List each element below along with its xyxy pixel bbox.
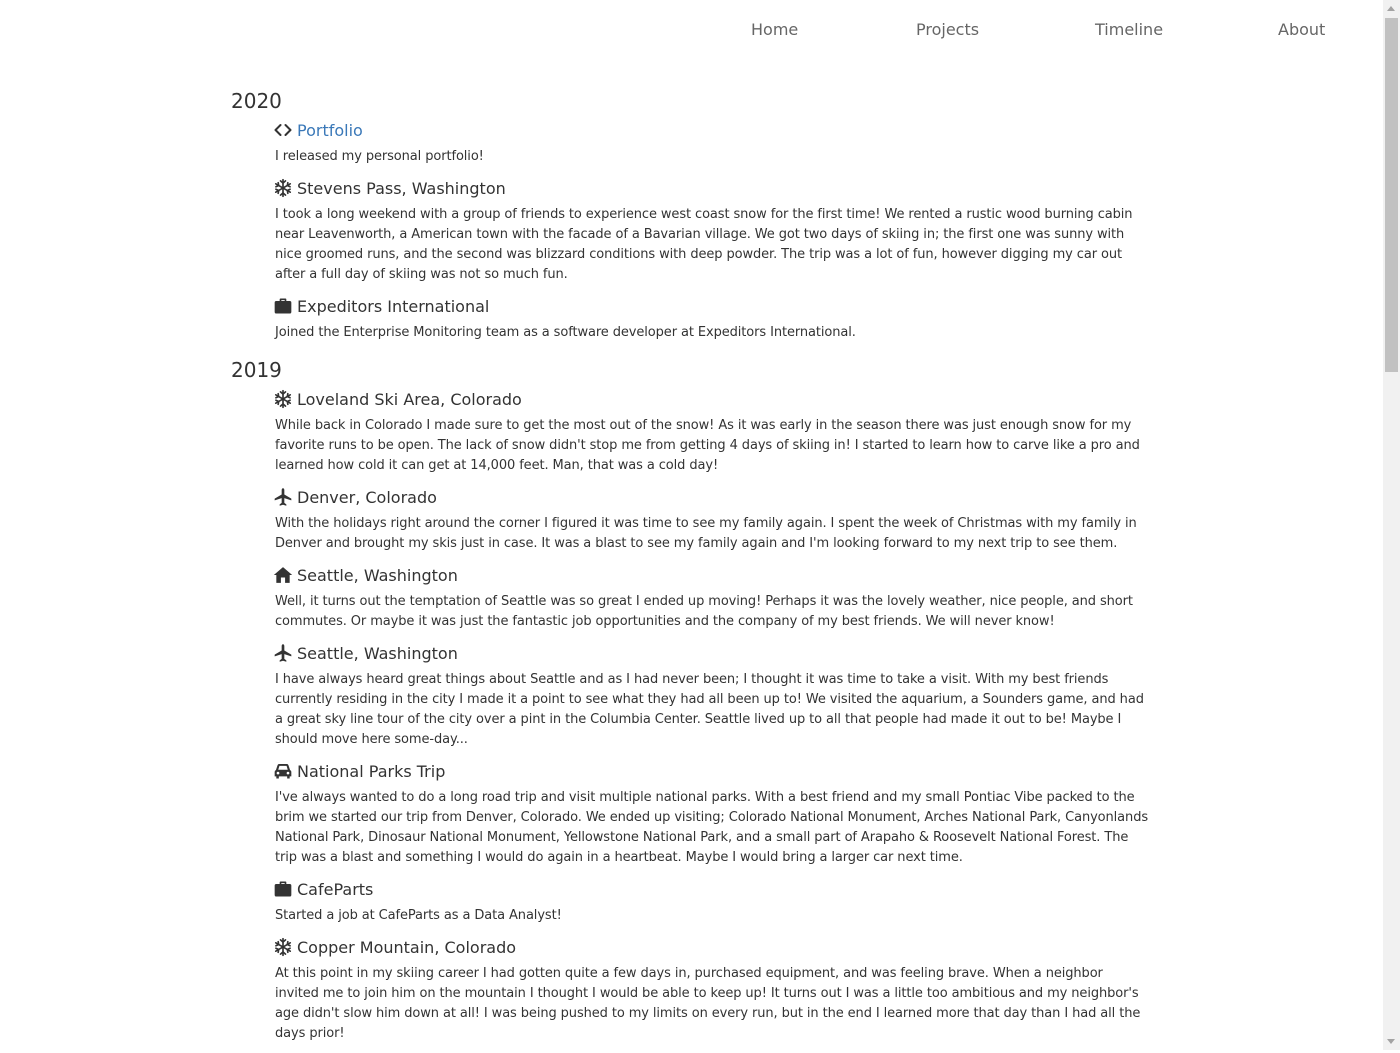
briefcase-icon [271, 877, 295, 901]
timeline-entry: Stevens Pass, Washington I took a long we… [273, 176, 1151, 285]
snowflake-icon [271, 176, 295, 200]
entry-header: CafeParts [273, 877, 1151, 901]
entry-header: Copper Mountain, Colorado [273, 935, 1151, 959]
entry-title-stevens-pass-washington: Stevens Pass, Washington [297, 178, 506, 198]
entry-title-copper-mountain-colorado: Copper Mountain, Colorado [297, 937, 517, 957]
entry-description: With the holidays right around the corne… [275, 516, 1137, 551]
entry-title-seattle-washington: Seattle, Washington [297, 565, 458, 585]
entry-description: Started a job at CafeParts as a Data Ana… [275, 908, 562, 923]
plane-icon [271, 641, 295, 665]
timeline-entry: Expeditors International Joined the Enter… [273, 294, 1151, 343]
entry-description: I've always wanted to do a long road tri… [275, 790, 1149, 865]
year-heading: 2019 [231, 358, 282, 382]
entry-title-cafeparts: CafeParts [297, 879, 374, 899]
entry-description: I released my personal portfolio! [275, 149, 484, 164]
home-icon [271, 563, 295, 587]
entry-title-portfolio[interactable]: Portfolio [297, 121, 363, 140]
top-nav: Home Projects Timeline About [0, 20, 1383, 44]
timeline: 2020 Portfolio I released my personal port… [231, 89, 1151, 1053]
entry-description: I took a long weekend with a group of fr… [275, 207, 1133, 282]
snowflake-icon [271, 387, 295, 411]
year-section-2020: 2020 Portfolio I released my personal port… [231, 89, 1151, 343]
snowflake-icon [271, 935, 295, 959]
scroll-down-arrow-icon[interactable] [1387, 1039, 1395, 1044]
scroll-up-arrow-icon[interactable] [1387, 6, 1395, 11]
timeline-entry: CafeParts Started a job at CafeParts as a… [273, 877, 1151, 926]
entry-header: Portfolio [273, 118, 1151, 142]
code-icon [271, 118, 295, 142]
entry-description: Joined the Enterprise Monitoring team as… [275, 325, 856, 340]
timeline-entry: Seattle, Washington Well, it turns out th… [273, 563, 1151, 632]
entry-header: Denver, Colorado [273, 485, 1151, 509]
timeline-entry: Loveland Ski Area, Colorado While back in… [273, 387, 1151, 476]
entry-title-loveland-ski-area-colorado: Loveland Ski Area, Colorado [297, 389, 522, 409]
timeline-entry: National Parks Trip I've always wanted to… [273, 759, 1151, 868]
entry-description: I have always heard great things about S… [275, 672, 1144, 747]
entry-description: At this point in my skiing career I had … [275, 966, 1141, 1041]
entry-header: Seattle, Washington [273, 641, 1151, 665]
nav-timeline-link[interactable]: Timeline [1095, 20, 1163, 39]
entry-header: Stevens Pass, Washington [273, 176, 1151, 200]
entry-header: National Parks Trip [273, 759, 1151, 783]
car-icon [271, 759, 295, 783]
timeline-entry: Copper Mountain, Colorado At this point i… [273, 935, 1151, 1044]
scrollbar-thumb[interactable] [1385, 18, 1398, 372]
entry-title-seattle-washington: Seattle, Washington [297, 643, 458, 663]
nav-home-link[interactable]: Home [751, 20, 798, 39]
entry-header: Seattle, Washington [273, 563, 1151, 587]
entry-header: Expeditors International [273, 294, 1151, 318]
entry-title-denver-colorado: Denver, Colorado [297, 487, 437, 507]
entry-title-national-parks-trip: National Parks Trip [297, 761, 446, 781]
entry-header: Loveland Ski Area, Colorado [273, 387, 1151, 411]
entry-title-expeditors-international: Expeditors International [297, 296, 490, 316]
page-scrollbar[interactable] [1383, 0, 1400, 1050]
nav-projects-link[interactable]: Projects [916, 20, 979, 39]
timeline-entry: Seattle, Washington I have always heard g… [273, 641, 1151, 750]
entry-description: While back in Colorado I made sure to ge… [275, 418, 1140, 473]
year-section-2019: 2019 Loveland Ski Area, Colorado While bac… [231, 358, 1151, 1044]
plane-icon [271, 485, 295, 509]
timeline-entry: Denver, Colorado With the holidays right … [273, 485, 1151, 554]
year-heading: 2020 [231, 89, 282, 113]
timeline-entry: Portfolio I released my personal portfoli… [273, 118, 1151, 167]
briefcase-icon [271, 294, 295, 318]
entry-description: Well, it turns out the temptation of Sea… [275, 594, 1133, 629]
nav-about-link[interactable]: About [1278, 20, 1325, 39]
